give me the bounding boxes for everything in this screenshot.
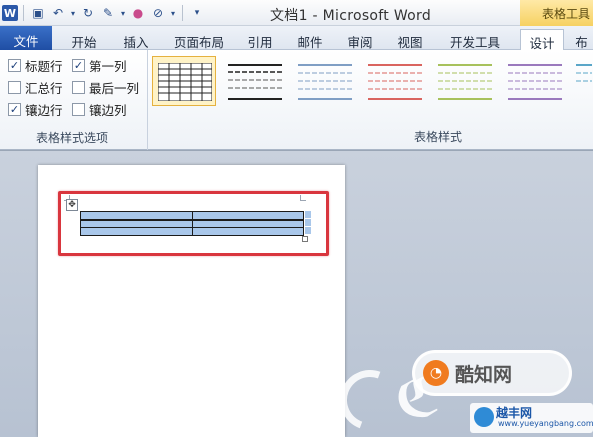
watermark-site-url: www.yueyangbang.com	[498, 419, 593, 428]
table-style-purple[interactable]	[502, 56, 566, 106]
tab-mailings[interactable]: 邮件	[288, 29, 332, 50]
table-cell[interactable]	[191, 227, 304, 236]
color-icon[interactable]: ●	[129, 4, 147, 22]
tab-layout[interactable]: 布	[570, 29, 593, 50]
checkbox-unchecked-icon[interactable]	[72, 80, 85, 94]
table-resize-handle-icon[interactable]	[302, 236, 308, 242]
watermark-bird-icon	[474, 407, 494, 427]
option-banded-rows[interactable]: ✓ 镶边行	[8, 100, 63, 118]
draw-dropdown-icon[interactable]: ▾	[169, 4, 177, 22]
tab-developer[interactable]: 开发工具	[440, 29, 510, 50]
tab-file[interactable]: 文件	[0, 26, 52, 50]
title-bar: W ▣ ↶ ▾ ↻ ✎ ▾ ● ⊘ ▾ ▾ 文档1 - Microsoft Wo…	[0, 0, 593, 26]
customize-qat-icon[interactable]: ▾	[188, 4, 206, 22]
word-app-icon[interactable]: W	[2, 5, 18, 21]
tab-insert[interactable]: 插入	[112, 29, 160, 50]
table-style-plain-dark[interactable]	[222, 56, 286, 106]
table-cell[interactable]	[80, 227, 193, 236]
watermark-logo-icon: ◔	[423, 360, 449, 386]
table-style-red-preview	[368, 64, 422, 100]
redo-icon[interactable]: ↻	[79, 4, 97, 22]
table-cell[interactable]	[191, 211, 304, 221]
qat-separator	[23, 5, 24, 21]
row-end-marker	[305, 211, 311, 218]
option-label: 镶边行	[25, 102, 63, 118]
table-style-red[interactable]	[362, 56, 426, 106]
option-label: 第一列	[89, 58, 127, 74]
option-label: 汇总行	[25, 80, 63, 96]
row-end-marker	[305, 227, 311, 234]
table-style-grid-preview	[158, 63, 212, 101]
tab-review[interactable]: 审阅	[338, 29, 382, 50]
table-style-green-preview	[438, 64, 492, 100]
tab-home[interactable]: 开始	[60, 29, 108, 50]
ribbon-tab-row: 文件 开始 插入 页面布局 引用 邮件 审阅 视图 开发工具 设计 布	[0, 26, 593, 51]
table-style-green[interactable]	[432, 56, 496, 106]
table-style-blue-preview	[298, 64, 352, 100]
table-style-blue[interactable]	[292, 56, 356, 106]
table-cell[interactable]	[80, 219, 193, 228]
document-table[interactable]	[80, 211, 304, 236]
quick-access-toolbar: W ▣ ↶ ▾ ↻ ✎ ▾ ● ⊘ ▾ ▾	[2, 3, 206, 23]
table-style-options-group: ✓ 标题行 ✓ 第一列 汇总行 最后一列 ✓ 镶边行 镶边列 表格样式选项	[0, 50, 148, 150]
window-title: 文档1 - Microsoft Word	[270, 8, 432, 24]
row-end-marker	[305, 219, 311, 226]
table-style-grid[interactable]	[152, 56, 216, 106]
qat-separator	[182, 5, 183, 21]
table-cell[interactable]	[191, 219, 304, 228]
save-icon[interactable]: ▣	[29, 4, 47, 22]
option-label: 标题行	[25, 58, 63, 74]
table-styles-gallery	[152, 56, 593, 110]
checkbox-unchecked-icon[interactable]	[72, 102, 85, 116]
option-label: 镶边列	[89, 102, 127, 118]
row-end-markers	[305, 211, 311, 235]
tab-design[interactable]: 设计	[520, 29, 564, 51]
option-header-row[interactable]: ✓ 标题行	[8, 56, 63, 74]
checkbox-checked-icon[interactable]: ✓	[8, 102, 21, 116]
table-row	[80, 211, 304, 221]
option-label: 最后一列	[89, 80, 140, 96]
table-style-plain-dark-preview	[228, 64, 282, 100]
group-label-style-options: 表格样式选项	[36, 131, 109, 145]
watermark-badge-text: 酷知网	[455, 363, 513, 386]
undo-icon[interactable]: ↶	[49, 4, 67, 22]
tab-references[interactable]: 引用	[238, 29, 282, 50]
table-move-handle-icon[interactable]: ✥	[66, 199, 78, 211]
table-style-cyan-preview	[576, 64, 592, 82]
table-row	[80, 219, 304, 228]
format-painter-icon[interactable]: ✎	[99, 4, 117, 22]
draw-icon[interactable]: ⊘	[149, 4, 167, 22]
group-label-table-styles: 表格样式	[414, 130, 463, 144]
watermark-site-stamp: 越丰网 www.yueyangbang.com	[470, 403, 593, 433]
undo-dropdown-icon[interactable]: ▾	[69, 4, 77, 22]
option-last-column[interactable]: 最后一列	[72, 78, 139, 96]
option-total-row[interactable]: 汇总行	[8, 78, 63, 96]
checkbox-unchecked-icon[interactable]	[8, 80, 21, 94]
format-painter-dropdown-icon[interactable]: ▾	[119, 4, 127, 22]
option-first-column[interactable]: ✓ 第一列	[72, 56, 127, 74]
watermark-badge: ◔ 酷知网	[412, 350, 572, 396]
tab-page-layout[interactable]: 页面布局	[164, 29, 234, 50]
table-style-cyan[interactable]	[570, 56, 593, 106]
table-cell[interactable]	[80, 211, 193, 221]
table-style-purple-preview	[508, 64, 562, 100]
ribbon: ✓ 标题行 ✓ 第一列 汇总行 最后一列 ✓ 镶边行 镶边列 表格样式选项 表格…	[0, 50, 593, 150]
tab-view[interactable]: 视图	[388, 29, 432, 50]
checkbox-checked-icon[interactable]: ✓	[72, 58, 85, 72]
checkbox-checked-icon[interactable]: ✓	[8, 58, 21, 72]
table-row	[80, 227, 304, 236]
option-banded-columns[interactable]: 镶边列	[72, 100, 127, 118]
table-tools-context-label: 表格工具	[520, 0, 593, 26]
